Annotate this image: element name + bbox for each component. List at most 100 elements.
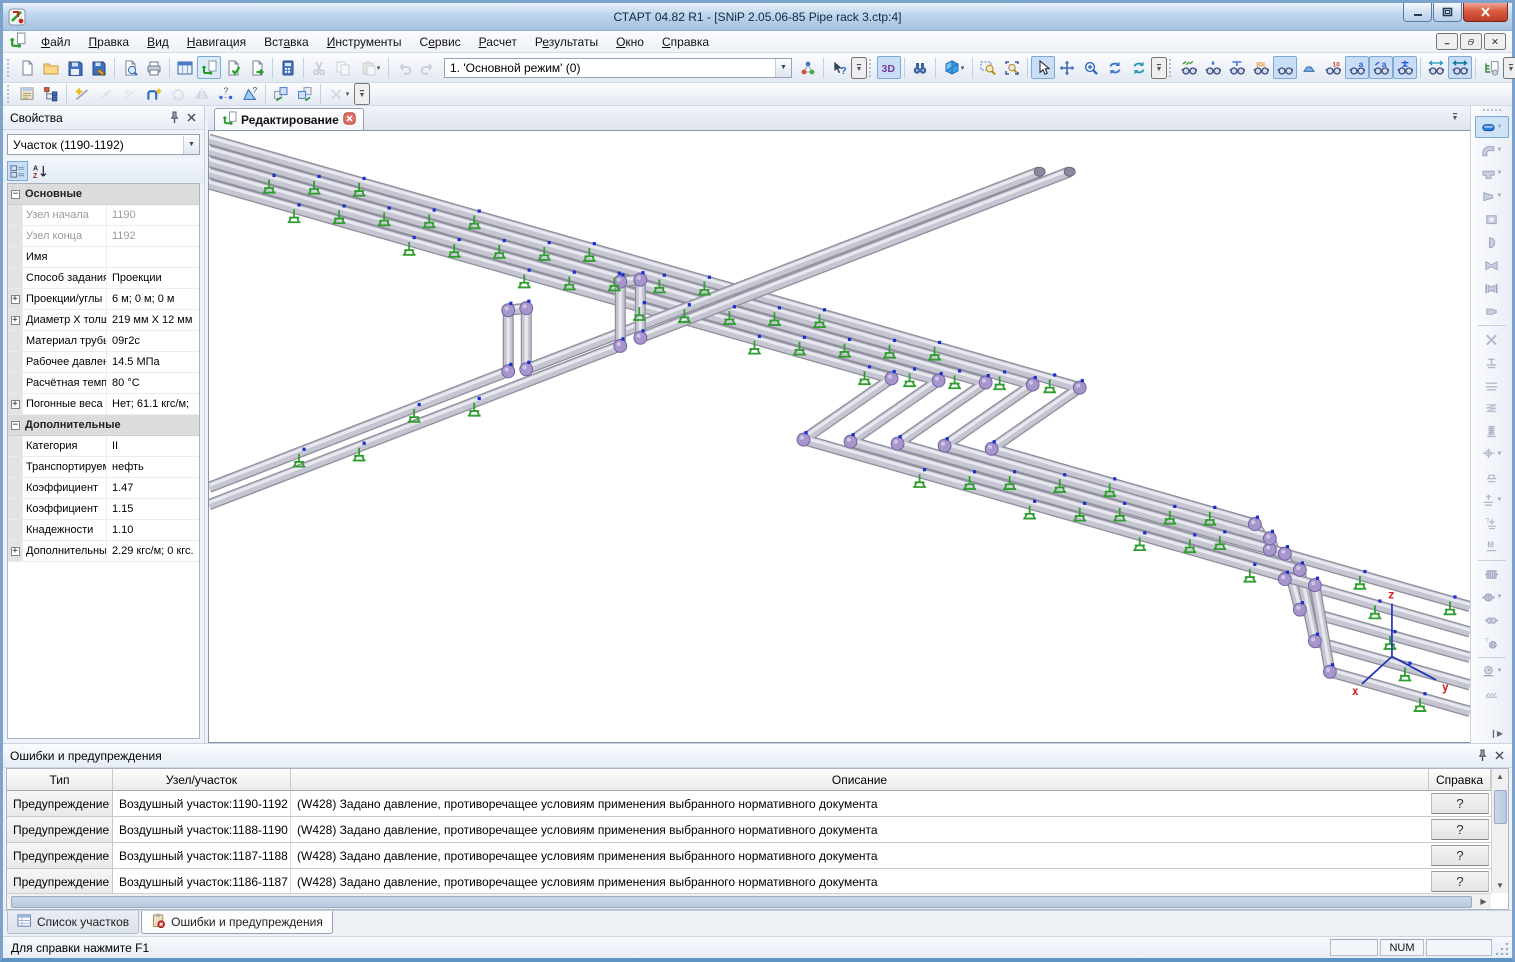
- property-value[interactable]: 1.10: [107, 520, 199, 540]
- insert-spring-support-button[interactable]: [1475, 420, 1509, 442]
- error-help-button[interactable]: ?: [1431, 845, 1489, 866]
- show-lengths-button[interactable]: [1424, 56, 1448, 79]
- show-dimensions-button[interactable]: 10: [1321, 56, 1345, 79]
- paste-button[interactable]: ▾: [355, 56, 385, 79]
- alphabetical-sort-button[interactable]: AZ: [30, 161, 51, 181]
- property-value[interactable]: 14.5 МПа: [107, 352, 199, 372]
- resize-grip-icon[interactable]: [1496, 941, 1510, 955]
- property-row[interactable]: Имя: [8, 247, 199, 268]
- property-row[interactable]: Способ заданияПроекции: [8, 268, 199, 289]
- menu-окно[interactable]: Окно: [607, 32, 653, 52]
- error-help-button[interactable]: ?: [1431, 793, 1489, 814]
- menu-правка[interactable]: Правка: [80, 32, 139, 52]
- print-preview-button[interactable]: [118, 56, 142, 79]
- property-value[interactable]: 80 °С: [107, 373, 199, 393]
- menu-справка[interactable]: Справка: [653, 32, 718, 52]
- categorized-view-button[interactable]: [7, 161, 28, 181]
- property-row[interactable]: +Погонные весаНет; 61.1 кгс/м;: [8, 394, 199, 415]
- error-row[interactable]: ПредупреждениеВоздушный участок:1188-119…: [7, 817, 1491, 843]
- object-selector[interactable]: Участок (1190-1192) ▼: [7, 134, 200, 155]
- collapse-icon[interactable]: −: [11, 190, 20, 199]
- scroll-up-icon[interactable]: ▲: [1493, 769, 1508, 784]
- insert-gauge-button[interactable]: ▼: [1475, 660, 1509, 682]
- scroll-thumb[interactable]: [1494, 790, 1507, 824]
- scroll-down-icon[interactable]: ▼: [1493, 878, 1508, 893]
- rotate-tool-button[interactable]: [1103, 56, 1127, 79]
- 3d-view-button[interactable]: 3D: [877, 56, 901, 79]
- show-loads-button[interactable]: [1201, 56, 1225, 79]
- run-model-button[interactable]: [245, 56, 269, 79]
- show-soil-button[interactable]: [1177, 56, 1201, 79]
- copy-button[interactable]: [331, 56, 355, 79]
- save-as-button[interactable]: [87, 56, 111, 79]
- property-row[interactable]: Рабочее давление14.5 МПа: [8, 352, 199, 373]
- expand-icon[interactable]: +: [11, 400, 20, 409]
- error-help-button[interactable]: ?: [1431, 819, 1489, 840]
- mdi-restore-button[interactable]: [1460, 33, 1482, 50]
- measure-distance-button[interactable]: ?: [214, 83, 238, 106]
- zoom-window-button[interactable]: [976, 56, 1000, 79]
- insert-pipe-button[interactable]: ▼: [1475, 116, 1509, 138]
- tab-overflow-icon[interactable]: ━▼: [1448, 109, 1462, 125]
- zoom-extents-button[interactable]: [1000, 56, 1024, 79]
- insert-mounted-support-button[interactable]: M: [1475, 535, 1509, 557]
- property-row[interactable]: +Дополнительные веса2.29 кгс/м; 0 кгс.: [8, 541, 199, 562]
- close-panel-icon[interactable]: [183, 109, 200, 126]
- toolbar-grip[interactable]: [1169, 59, 1173, 77]
- property-group[interactable]: −Основные: [8, 184, 199, 205]
- measure-angle-button[interactable]: ?: [238, 83, 262, 106]
- property-value[interactable]: 219 мм X 12 мм: [107, 310, 199, 330]
- tab-editing[interactable]: Редактирование: [214, 108, 364, 130]
- toolbar-overflow-icon[interactable]: ━▼: [1503, 57, 1515, 79]
- insert-transition-button[interactable]: [1475, 300, 1509, 322]
- menu-расчет[interactable]: Расчет: [470, 32, 526, 52]
- toolbar-overflow-icon[interactable]: ━▼: [354, 83, 370, 105]
- toolbar-grip[interactable]: [7, 85, 11, 103]
- redo-button[interactable]: [416, 56, 440, 79]
- select-tool-button[interactable]: [1031, 56, 1055, 79]
- scheme-mode-button[interactable]: [197, 56, 221, 79]
- column-header[interactable]: Тип: [7, 769, 113, 791]
- property-value[interactable]: II: [107, 436, 199, 456]
- property-value[interactable]: [107, 247, 199, 267]
- toolbar-overflow-icon[interactable]: ━▼: [1151, 57, 1167, 79]
- insert-elbow-button[interactable]: ▼: [1475, 139, 1509, 161]
- insert-valve-button[interactable]: [1475, 208, 1509, 230]
- open-button[interactable]: [39, 56, 63, 79]
- menu-файл[interactable]: Файл: [32, 32, 80, 52]
- insert-flanged-valve-button[interactable]: [1475, 277, 1509, 299]
- property-row[interactable]: Узел начала1190: [8, 205, 199, 226]
- property-value[interactable]: Проекции: [107, 268, 199, 288]
- toolbar-expand-icon[interactable]: ❙▶: [1484, 728, 1509, 739]
- show-node-labels-button[interactable]: a: [1345, 56, 1369, 79]
- show-wedges-button[interactable]: [1297, 56, 1321, 79]
- undo-button[interactable]: [392, 56, 416, 79]
- pan-tool-button[interactable]: [1055, 56, 1079, 79]
- property-row[interactable]: КатегорияII: [8, 436, 199, 457]
- scroll-right-icon[interactable]: ▶: [1476, 894, 1491, 909]
- element-properties-button[interactable]: [15, 83, 39, 106]
- property-row[interactable]: Транспортируемый продуктнефть: [8, 457, 199, 478]
- menu-инструменты[interactable]: Инструменты: [318, 32, 411, 52]
- error-row[interactable]: ПредупреждениеВоздушный участок:1186-118…: [7, 869, 1491, 893]
- insert-sliding-support-button[interactable]: [1475, 374, 1509, 396]
- show-valves-button[interactable]: |O|: [1249, 56, 1273, 79]
- show-section-labels-button[interactable]: a: [1369, 56, 1393, 79]
- mode-select[interactable]: 1. 'Основной режим' (0)▼: [444, 58, 792, 78]
- toolbar-grip[interactable]: [1483, 109, 1501, 113]
- insert-underground-button[interactable]: [1475, 683, 1509, 705]
- error-row[interactable]: ПредупреждениеВоздушный участок:1190-119…: [7, 791, 1491, 817]
- bottom-tab-sections[interactable]: Список участков: [7, 911, 139, 934]
- property-row[interactable]: Материал трубы09г2с: [8, 331, 199, 352]
- property-value[interactable]: 1.15: [107, 499, 199, 519]
- property-value[interactable]: 09г2с: [107, 331, 199, 351]
- mdi-close-button[interactable]: [1484, 33, 1506, 50]
- hscroll-thumb[interactable]: [11, 896, 1472, 908]
- toolbar-grip[interactable]: [869, 59, 873, 77]
- insert-lens-compensator-button[interactable]: [1475, 609, 1509, 631]
- operating-modes-button[interactable]: [796, 56, 820, 79]
- insert-hinged-support-button[interactable]: ▼: [1475, 443, 1509, 465]
- show-anchors-button[interactable]: [1393, 56, 1417, 79]
- error-row[interactable]: ПредупреждениеВоздушный участок:1187-118…: [7, 843, 1491, 869]
- new-button[interactable]: [15, 56, 39, 79]
